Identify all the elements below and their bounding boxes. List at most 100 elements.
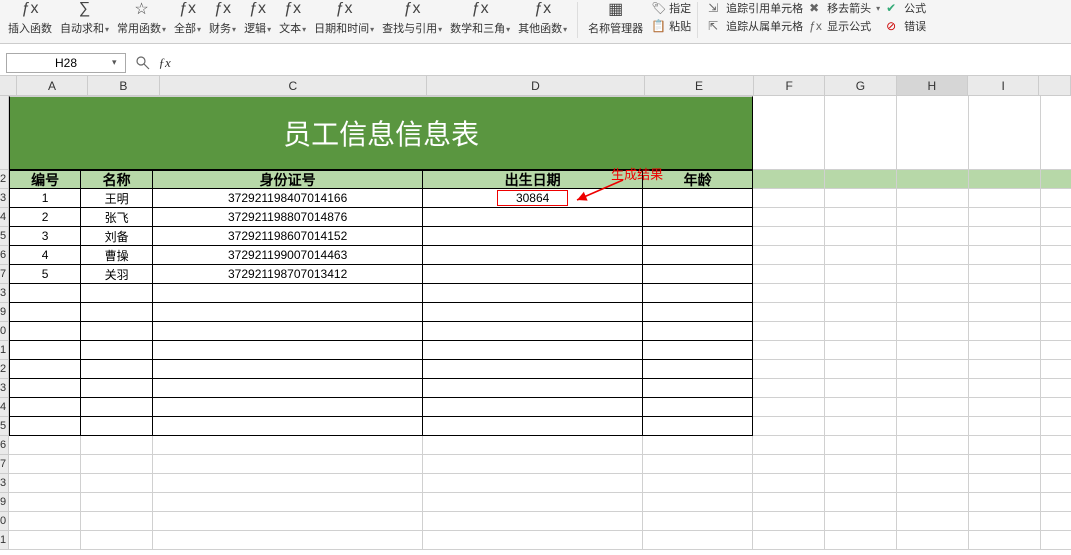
cell[interactable] — [9, 284, 81, 303]
header-cell-idcard[interactable]: 身份证号 — [153, 170, 423, 189]
cell[interactable] — [825, 360, 897, 379]
cell[interactable] — [897, 189, 969, 208]
cell[interactable] — [643, 303, 753, 322]
cell[interactable] — [153, 284, 423, 303]
cell[interactable] — [969, 360, 1041, 379]
cell[interactable] — [897, 398, 969, 417]
cell[interactable] — [423, 493, 643, 512]
cell[interactable] — [969, 417, 1041, 436]
cell[interactable] — [825, 436, 897, 455]
cell[interactable] — [153, 398, 423, 417]
formula-check-button[interactable]: ✔公式 — [886, 0, 926, 16]
cell[interactable] — [753, 474, 825, 493]
cell[interactable] — [753, 512, 825, 531]
cell[interactable] — [9, 474, 81, 493]
cell[interactable] — [9, 436, 81, 455]
cell[interactable] — [897, 341, 969, 360]
cell-name[interactable]: 王明 — [81, 189, 153, 208]
cell[interactable] — [825, 303, 897, 322]
cell[interactable] — [1041, 436, 1071, 455]
row-header[interactable]: 9 — [0, 493, 9, 512]
cell-age[interactable] — [643, 227, 753, 246]
cell[interactable] — [9, 417, 81, 436]
cell-name[interactable]: 关羽 — [81, 265, 153, 284]
cell[interactable] — [825, 208, 897, 227]
row-header[interactable]: 3 — [0, 474, 9, 493]
cell[interactable] — [825, 341, 897, 360]
header-cell-name[interactable]: 名称 — [81, 170, 153, 189]
cell[interactable] — [897, 227, 969, 246]
cell[interactable] — [1041, 227, 1071, 246]
cell[interactable] — [897, 208, 969, 227]
cell-idx[interactable]: 4 — [9, 246, 81, 265]
cell[interactable] — [81, 360, 153, 379]
cell[interactable] — [9, 303, 81, 322]
cell[interactable] — [753, 398, 825, 417]
logic-button[interactable]: ƒx 逻辑▾ — [240, 0, 275, 36]
column-header[interactable]: H — [897, 76, 968, 96]
cell[interactable] — [1041, 512, 1071, 531]
select-all-corner[interactable] — [0, 76, 17, 96]
autosum-button[interactable]: ∑ 自动求和▾ — [56, 0, 113, 36]
cell[interactable] — [825, 189, 897, 208]
cell-dob[interactable] — [423, 208, 643, 227]
header-cell-dob[interactable]: 出生日期 — [423, 170, 643, 189]
row-header[interactable]: 3 — [0, 284, 9, 303]
cell[interactable] — [423, 436, 643, 455]
cell[interactable] — [153, 303, 423, 322]
error-check-button[interactable]: ⊘错误 — [886, 18, 926, 34]
cell[interactable] — [753, 436, 825, 455]
column-header[interactable]: B — [88, 76, 159, 96]
row-header[interactable]: 4 — [0, 398, 9, 417]
cell[interactable] — [897, 417, 969, 436]
cell[interactable] — [969, 455, 1041, 474]
cell[interactable] — [897, 436, 969, 455]
cell-idcard[interactable]: 372921198807014876 — [153, 208, 423, 227]
cell[interactable] — [81, 303, 153, 322]
datetime-button[interactable]: ƒx 日期和时间▾ — [310, 0, 378, 36]
cell[interactable] — [153, 512, 423, 531]
cell[interactable] — [153, 436, 423, 455]
cell[interactable] — [9, 531, 81, 550]
trace-dependents-button[interactable]: ⇱追踪从属单元格 — [708, 18, 803, 34]
trace-precedents-button[interactable]: ⇲追踪引用单元格 — [708, 0, 803, 16]
column-header[interactable]: I — [968, 76, 1039, 96]
cell[interactable] — [1041, 379, 1071, 398]
formula-input[interactable] — [177, 53, 1065, 73]
cell[interactable] — [423, 417, 643, 436]
cell[interactable] — [643, 322, 753, 341]
cell[interactable] — [825, 322, 897, 341]
cell[interactable] — [643, 398, 753, 417]
cell[interactable] — [423, 398, 643, 417]
cell[interactable] — [753, 265, 825, 284]
cell[interactable] — [969, 436, 1041, 455]
cell[interactable] — [825, 531, 897, 550]
cell-age[interactable] — [643, 208, 753, 227]
column-header[interactable] — [1039, 76, 1071, 96]
cell-idcard[interactable]: 372921198707013412 — [153, 265, 423, 284]
cell[interactable] — [153, 379, 423, 398]
cell[interactable] — [153, 417, 423, 436]
cell[interactable] — [1041, 208, 1071, 227]
cell[interactable] — [81, 512, 153, 531]
cell[interactable] — [153, 474, 423, 493]
cell[interactable] — [643, 341, 753, 360]
cell[interactable] — [81, 341, 153, 360]
column-header[interactable]: C — [160, 76, 427, 96]
cell[interactable] — [81, 531, 153, 550]
cell[interactable] — [1041, 246, 1071, 265]
header-cell-id[interactable]: 编号 — [9, 170, 81, 189]
zoom-icon[interactable] — [135, 55, 151, 71]
row-header[interactable]: 1 — [0, 341, 9, 360]
cell[interactable] — [81, 474, 153, 493]
cell[interactable] — [1041, 303, 1071, 322]
cell[interactable] — [9, 398, 81, 417]
insert-function-button[interactable]: ƒx 插入函数 — [4, 0, 56, 36]
cell[interactable] — [897, 96, 969, 170]
cell[interactable] — [825, 284, 897, 303]
define-name-button[interactable]: 🏷指定 — [651, 0, 691, 16]
cell[interactable] — [897, 474, 969, 493]
cell[interactable] — [753, 493, 825, 512]
row-header[interactable]: 4 — [0, 208, 9, 227]
cell-age[interactable] — [643, 189, 753, 208]
